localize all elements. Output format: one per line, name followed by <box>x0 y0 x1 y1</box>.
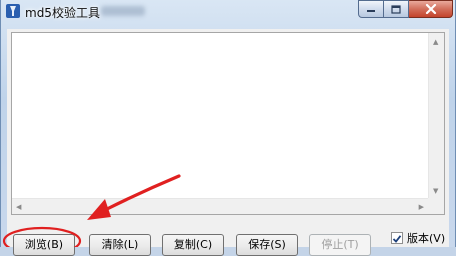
blurred-title-text <box>101 6 145 16</box>
caption-buttons <box>358 0 453 19</box>
clear-button[interactable]: 清除(L) <box>89 234 151 256</box>
scroll-down-icon[interactable]: ▼ <box>433 187 438 195</box>
maximize-icon <box>391 4 401 14</box>
scroll-up-icon[interactable]: ▲ <box>433 38 438 46</box>
app-tool-icon <box>6 4 20 18</box>
checkmark-icon <box>392 235 402 243</box>
app-window: md5校验工具 ▲ ▼ ◀ ▶ 浏览(B) 清除(L) 复制(C) 保存(S) … <box>0 0 456 256</box>
minimize-icon <box>367 10 375 12</box>
result-output-textarea[interactable]: ▲ ▼ ◀ ▶ <box>11 32 445 215</box>
scroll-right-icon[interactable]: ▶ <box>419 203 424 211</box>
client-area: ▲ ▼ ◀ ▶ 浏览(B) 清除(L) 复制(C) 保存(S) 停止(T) 版本… <box>7 29 449 256</box>
minimize-button[interactable] <box>358 0 384 18</box>
version-label: 版本(V) <box>407 232 446 245</box>
version-checkbox[interactable] <box>391 232 403 244</box>
scrollbar-corner <box>428 198 444 214</box>
vertical-scrollbar[interactable]: ▲ ▼ <box>428 33 444 199</box>
title-bar[interactable]: md5校验工具 <box>1 0 456 26</box>
close-button[interactable] <box>409 0 453 18</box>
maximize-button[interactable] <box>384 0 409 18</box>
copy-button[interactable]: 复制(C) <box>162 234 224 256</box>
scroll-left-icon[interactable]: ◀ <box>16 203 21 211</box>
close-icon <box>425 4 436 14</box>
stop-button[interactable]: 停止(T) <box>309 234 371 256</box>
window-title: md5校验工具 <box>25 6 100 20</box>
browse-button[interactable]: 浏览(B) <box>13 234 75 256</box>
save-button[interactable]: 保存(S) <box>236 234 298 256</box>
horizontal-scrollbar[interactable]: ◀ ▶ <box>12 198 428 214</box>
